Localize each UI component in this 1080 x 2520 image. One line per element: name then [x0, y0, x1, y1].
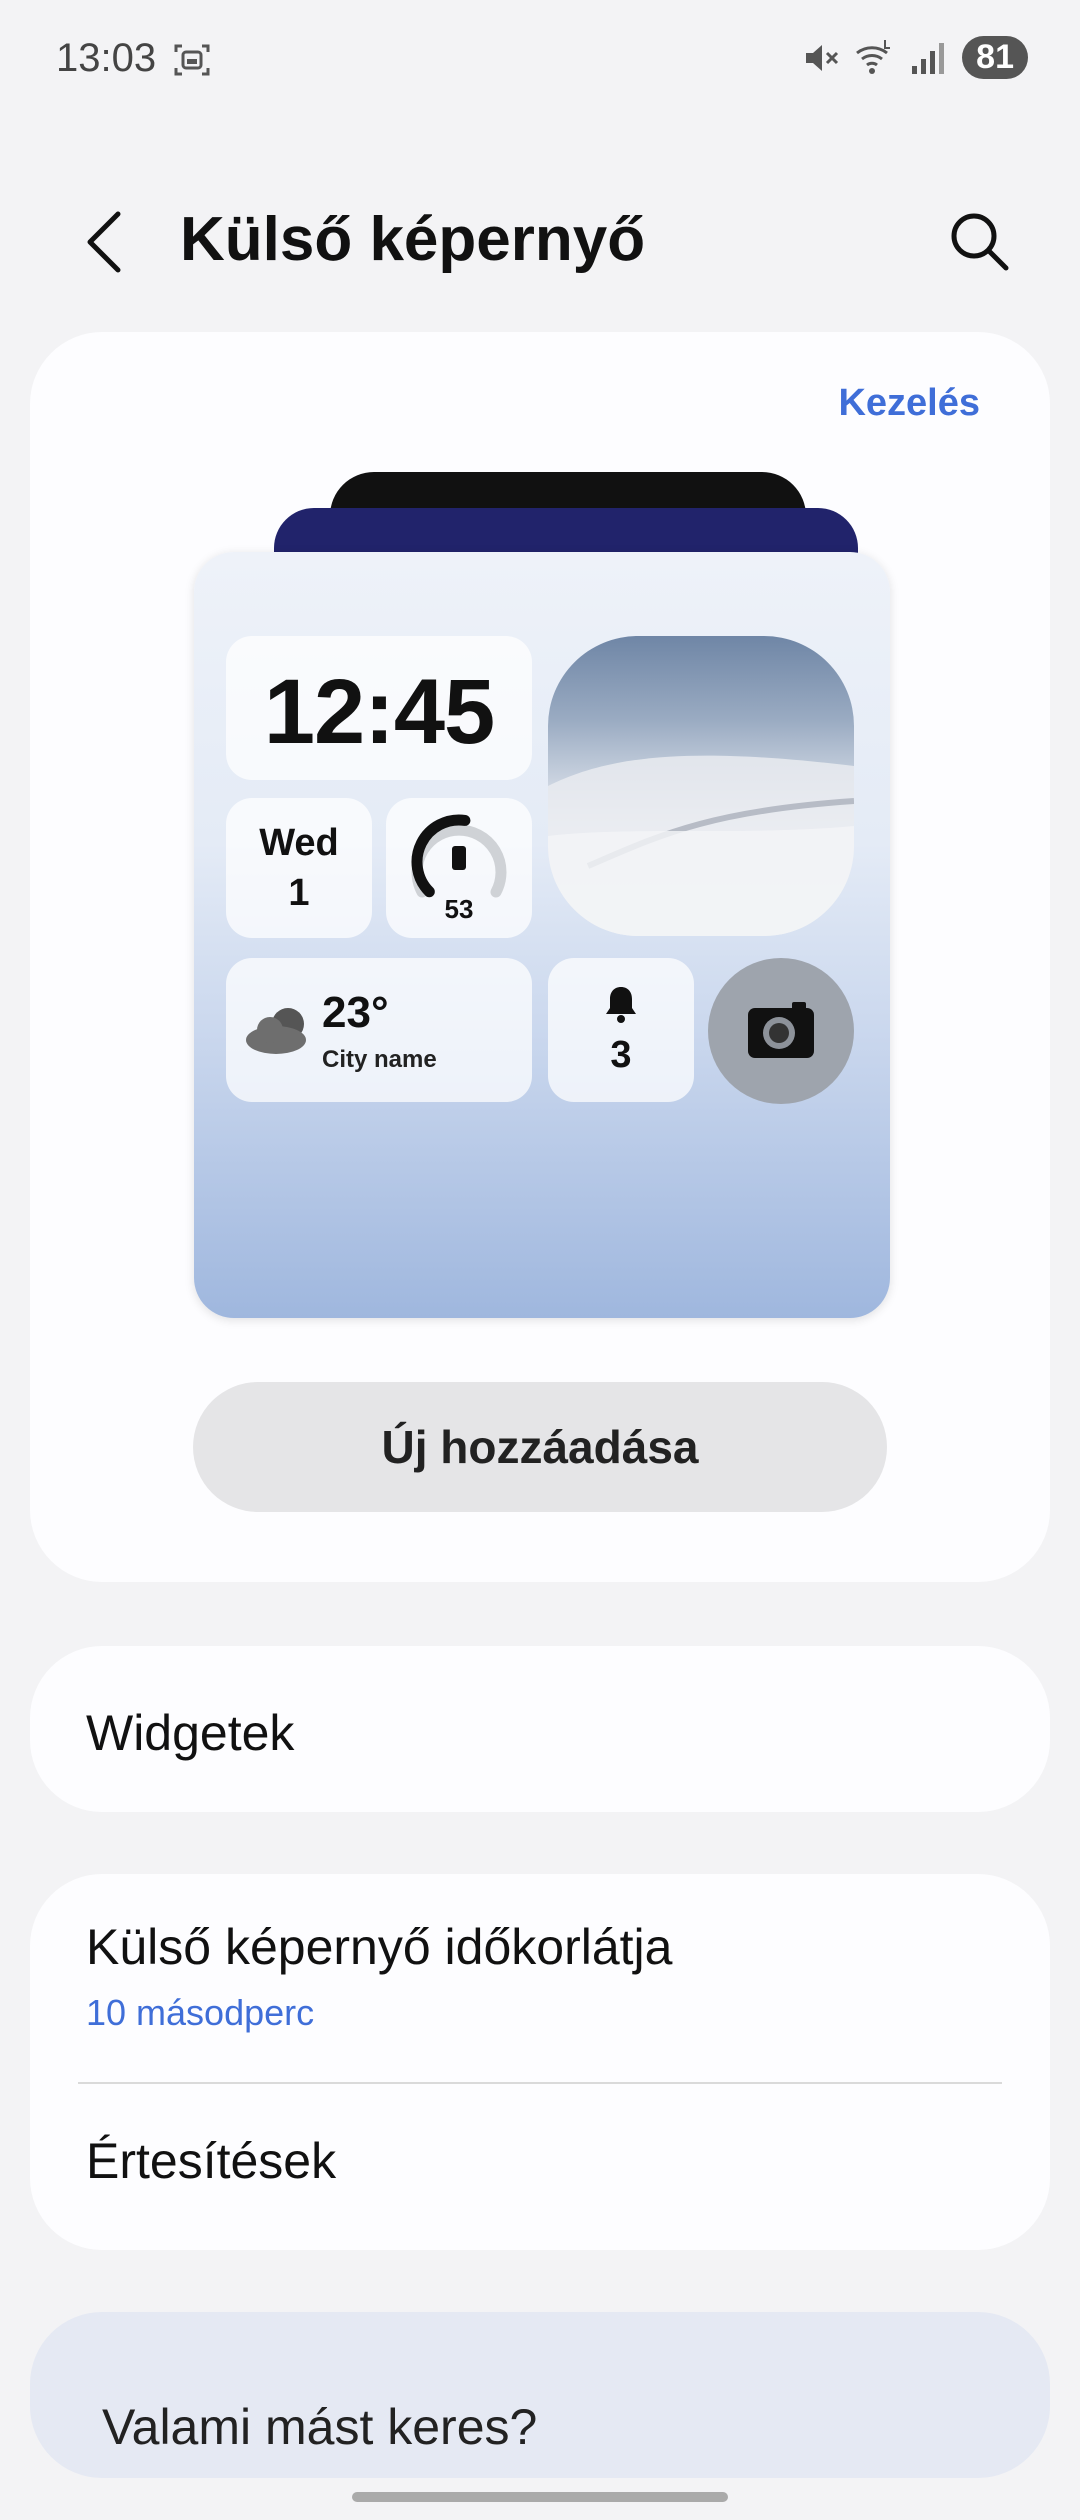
photo-widget: [548, 636, 854, 936]
battery-gauge: [411, 814, 507, 898]
signal-icon: [912, 42, 945, 74]
chevron-left-icon[interactable]: [76, 202, 136, 282]
wifi-icon: [856, 39, 891, 74]
bell-icon: [606, 987, 636, 1023]
clock-time: 12:45: [263, 661, 495, 763]
battery-widget: 53: [386, 798, 532, 938]
status-time: 13:03: [56, 36, 157, 80]
status-bar: 13:03 81: [0, 0, 1080, 120]
date-day: Wed: [259, 822, 339, 864]
dunes-image: [548, 755, 854, 936]
date-widget: Wed 1: [226, 798, 372, 938]
cover-screen-preview[interactable]: 12:45 Wed 1 53 23° City name 3: [194, 472, 920, 1322]
weather-temperature: 23°: [322, 988, 389, 1037]
page-title: Külső képernyő: [180, 205, 646, 274]
camera-widget: [708, 958, 854, 1104]
add-new-button[interactable]: Új hozzáadása: [193, 1382, 887, 1512]
search-icon[interactable]: [940, 202, 1020, 282]
timeout-value: 10 másodperc: [86, 1992, 315, 2033]
notification-widget: 3: [548, 958, 694, 1102]
notifications-row[interactable]: Értesítések: [30, 2084, 1050, 2250]
cover-screen: 12:45 Wed 1 53 23° City name 3: [194, 552, 890, 1318]
search-suggestion-label: Valami mást keres?: [102, 2399, 538, 2455]
battery-indicator: 81: [962, 36, 1028, 79]
camera-icon: [748, 1002, 814, 1058]
cloud-icon: [246, 1008, 306, 1054]
widgets-label: Widgetek: [86, 1705, 295, 1761]
search-suggestion-card[interactable]: Valami mást keres?: [30, 2312, 1050, 2478]
widgets-row[interactable]: Widgetek: [30, 1646, 1050, 1812]
cover-screen-card: Kezelés 12:45 Wed 1 53 23° City name 3 Ú…: [30, 332, 1050, 1582]
settings-card: Külső képernyő időkorlátja 10 másodperc …: [30, 1874, 1050, 2250]
date-number: 1: [288, 872, 310, 914]
manage-button[interactable]: Kezelés: [838, 382, 980, 425]
app-bar: Külső képernyő: [0, 190, 1080, 300]
notifications-label: Értesítések: [86, 2133, 337, 2189]
phone-icon: [452, 846, 466, 870]
weather-widget: 23° City name: [226, 958, 532, 1102]
screenshot-icon: [174, 44, 210, 76]
weather-city: City name: [322, 1046, 437, 1073]
mute-icon: [806, 44, 839, 71]
notification-count: 3: [610, 1034, 632, 1076]
battery-value: 53: [444, 894, 474, 924]
timeout-row[interactable]: Külső képernyő időkorlátja 10 másodperc: [30, 1874, 1050, 2082]
timeout-label: Külső képernyő időkorlátja: [86, 1919, 673, 1975]
status-icons: 81: [800, 36, 1028, 79]
home-indicator[interactable]: [352, 2492, 728, 2502]
clock-widget: 12:45: [226, 636, 532, 780]
